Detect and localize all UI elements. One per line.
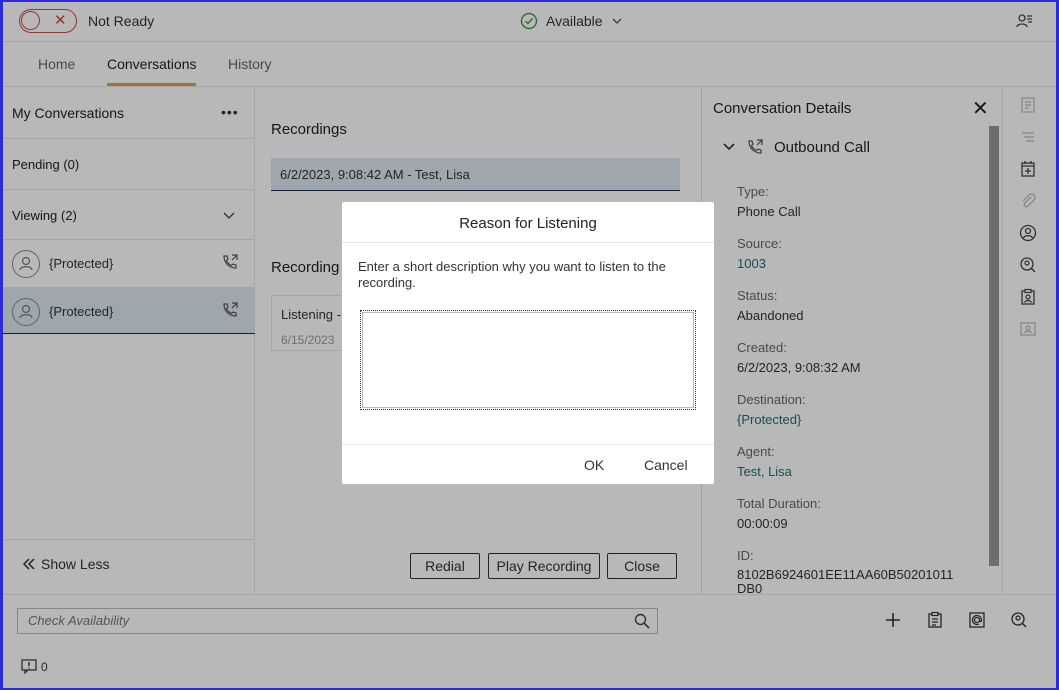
divider [342, 444, 714, 445]
ok-button[interactable]: OK [584, 457, 604, 473]
cancel-button[interactable]: Cancel [644, 457, 688, 473]
divider [342, 242, 714, 243]
dialog-description: Enter a short description why you want t… [358, 259, 666, 290]
app-window: ✕ Not Ready Available Home Conversations… [3, 2, 1056, 688]
reason-textarea[interactable] [360, 310, 696, 410]
reason-for-listening-dialog: Reason for Listening Enter a short descr… [342, 202, 714, 484]
dialog-title: Reason for Listening [459, 215, 597, 232]
